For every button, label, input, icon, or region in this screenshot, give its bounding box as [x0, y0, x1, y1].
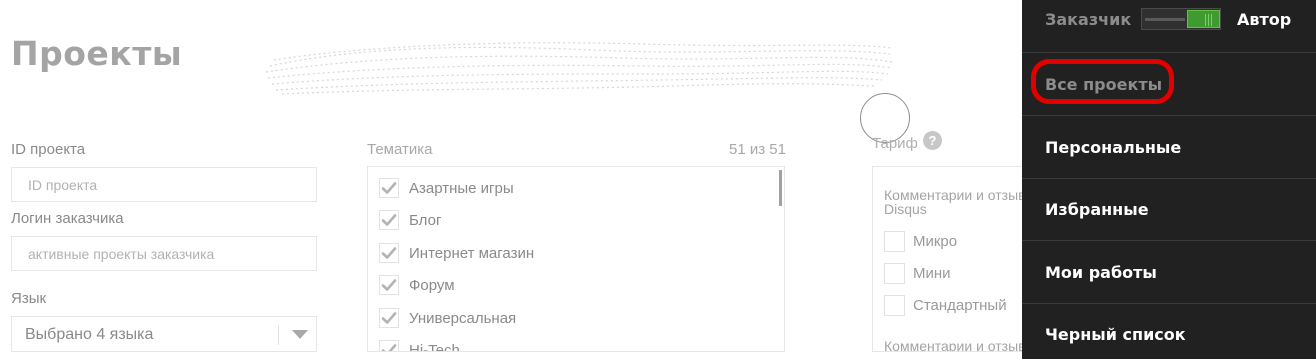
- menu-item-label: Избранные: [1045, 200, 1149, 219]
- checkbox-checked[interactable]: [379, 308, 399, 328]
- menu-item-personal[interactable]: Персональные: [1022, 116, 1316, 179]
- menu-item-favorites[interactable]: Избранные: [1022, 178, 1316, 241]
- checkbox-unchecked[interactable]: [884, 231, 905, 252]
- checkmark-icon: [381, 279, 397, 291]
- checkbox-checked[interactable]: [379, 178, 399, 198]
- tariff-label: Тариф: [872, 135, 918, 152]
- checkmark-icon: [381, 247, 397, 259]
- chevron-down-icon[interactable]: [292, 330, 308, 339]
- topics-label: Тематика: [367, 141, 433, 158]
- customer-login-input[interactable]: [11, 236, 317, 271]
- toggle-track: [1145, 18, 1185, 21]
- language-label: Язык: [11, 290, 47, 307]
- topics-count: 51 из 51: [729, 141, 786, 158]
- toggle-knob[interactable]: [1187, 10, 1220, 28]
- language-select-value: Выбрано 4 языка: [25, 326, 154, 343]
- tariff-list: Комментарии и отзывы HyperComments, Disq…: [872, 166, 1032, 352]
- tariff-group-title: Комментарии и отзывы: [884, 338, 1032, 352]
- topic-item[interactable]: Интернет магазин: [379, 242, 534, 264]
- topic-label: Hi-Tech: [409, 341, 460, 352]
- topic-item[interactable]: Hi-Tech: [379, 339, 460, 352]
- topic-label: Азартные игры: [409, 179, 514, 197]
- topic-item[interactable]: Блог: [379, 209, 441, 231]
- checkbox-unchecked[interactable]: [884, 263, 905, 284]
- checkmark-icon: [381, 344, 397, 351]
- topic-item[interactable]: Универсальная: [379, 307, 516, 329]
- tariff-option-label: Мини: [913, 265, 951, 282]
- menu-item-label: Мои работы: [1045, 263, 1157, 282]
- checkbox-unchecked[interactable]: [884, 295, 905, 316]
- scrollbar-thumb[interactable]: [779, 170, 782, 206]
- checkbox-checked[interactable]: [379, 275, 399, 295]
- redaction-scribble: [265, 42, 893, 95]
- menu-item-my-works[interactable]: Мои работы: [1022, 241, 1316, 304]
- topic-label: Блог: [409, 211, 442, 229]
- topics-list: Азартные игры Блог Интернет магазин Фору…: [367, 166, 785, 352]
- checkmark-icon: [381, 312, 397, 324]
- tariff-option-label: Стандартный: [913, 297, 1007, 314]
- project-id-input[interactable]: [11, 167, 317, 202]
- checkmark-icon: [381, 214, 397, 226]
- role-toggle[interactable]: [1141, 8, 1221, 30]
- checkbox-checked[interactable]: [379, 210, 399, 230]
- topic-label: Универсальная: [409, 309, 517, 327]
- help-icon[interactable]: ?: [923, 131, 942, 150]
- topic-item[interactable]: Форум: [379, 274, 455, 296]
- checkbox-checked[interactable]: [379, 340, 399, 351]
- checkmark-icon: [381, 182, 397, 194]
- language-select[interactable]: Выбрано 4 языка: [11, 316, 317, 352]
- select-divider: [278, 325, 279, 345]
- side-menu: Заказчик Автор Все проекты Персональные …: [1022, 0, 1316, 359]
- page-title: Проекты: [11, 34, 183, 73]
- highlight-annotation: [1031, 59, 1174, 104]
- menu-item-blacklist[interactable]: Черный список: [1022, 303, 1316, 359]
- topic-item[interactable]: Азартные игры: [379, 177, 514, 199]
- menu-item-label: Персональные: [1045, 138, 1182, 157]
- topic-label: Форум: [409, 276, 455, 294]
- menu-item-label: Черный список: [1045, 325, 1186, 344]
- tariff-group-title: Комментарии и отзывы HyperComments, Disq…: [884, 187, 1032, 217]
- tariff-option[interactable]: Микро: [884, 231, 957, 252]
- role-customer-label[interactable]: Заказчик: [1045, 10, 1131, 29]
- tariff-option[interactable]: Мини: [884, 263, 951, 284]
- checkbox-checked[interactable]: [379, 243, 399, 263]
- tariff-option[interactable]: Стандартный: [884, 295, 1007, 316]
- tariff-option-label: Микро: [913, 233, 958, 250]
- topic-label: Интернет магазин: [409, 244, 535, 262]
- role-switch: Заказчик Автор: [1022, 0, 1316, 53]
- customer-login-label: Логин заказчика: [11, 210, 124, 227]
- project-id-label: ID проекта: [11, 141, 86, 158]
- role-author-label[interactable]: Автор: [1237, 10, 1291, 29]
